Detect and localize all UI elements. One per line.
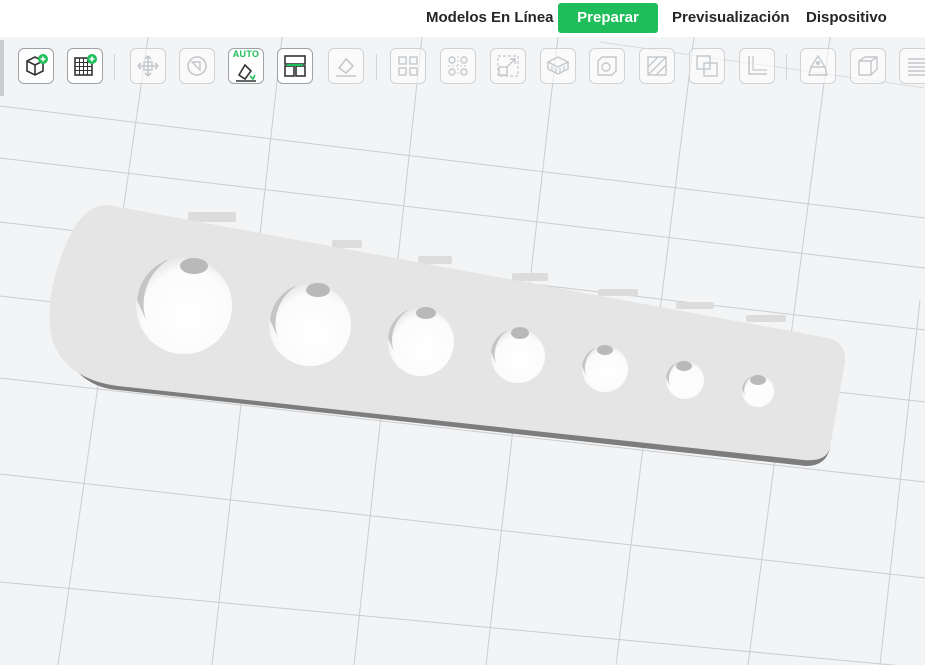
lay-on-face-button[interactable]: [328, 48, 364, 84]
tab-preview[interactable]: Previsualización: [662, 3, 800, 33]
boolean-icon: [696, 55, 718, 77]
split-parts-icon: [448, 56, 468, 76]
arrange-icon: [284, 55, 306, 77]
split-objects-button[interactable]: [390, 48, 426, 84]
move-icon: [137, 55, 159, 77]
move-button[interactable]: [130, 48, 166, 84]
seam-paint-button[interactable]: [800, 48, 836, 84]
scale-button[interactable]: [490, 48, 526, 84]
toolbar-separator: [376, 54, 377, 80]
tab-prepare[interactable]: Preparar: [558, 3, 658, 33]
add-plate-icon: [74, 54, 97, 76]
view-cube-icon: [858, 56, 878, 76]
tab-device[interactable]: Dispositivo: [796, 3, 897, 33]
add-cube-icon: [26, 54, 48, 76]
measure-button[interactable]: [739, 48, 775, 84]
top-navigation-bar: Modelos En Línea Preparar Previsualizaci…: [0, 0, 925, 37]
hollow-button[interactable]: [589, 48, 625, 84]
scale-icon: [497, 55, 519, 77]
layers-icon: [908, 58, 925, 76]
cut-icon: [647, 56, 667, 76]
toolbar-separator: [114, 54, 115, 80]
layers-button[interactable]: [899, 48, 925, 84]
split-objects-icon: [398, 56, 418, 76]
toolbar-separator: [786, 54, 787, 80]
prepare-toolbar: AUTO: [0, 40, 925, 94]
auto-orient-button[interactable]: AUTO: [228, 48, 264, 84]
measure-icon: [748, 56, 767, 75]
cut-button[interactable]: [639, 48, 675, 84]
rotate-button[interactable]: [179, 48, 215, 84]
support-paint-icon: [546, 56, 570, 75]
arrange-button[interactable]: [277, 48, 313, 84]
seam-paint-icon: [808, 54, 828, 76]
hollow-icon: [597, 56, 617, 76]
add-object-button[interactable]: [18, 48, 54, 84]
rotate-icon: [187, 56, 207, 76]
add-plate-button[interactable]: [67, 48, 103, 84]
auto-orient-icon: [236, 63, 256, 82]
3d-viewport[interactable]: [0, 37, 925, 665]
boolean-button[interactable]: [689, 48, 725, 84]
tab-online-models[interactable]: Modelos En Línea: [416, 3, 564, 33]
support-paint-button[interactable]: [540, 48, 576, 84]
split-parts-button[interactable]: [440, 48, 476, 84]
view-cube-button[interactable]: [850, 48, 886, 84]
lay-on-face-icon: [336, 57, 356, 77]
